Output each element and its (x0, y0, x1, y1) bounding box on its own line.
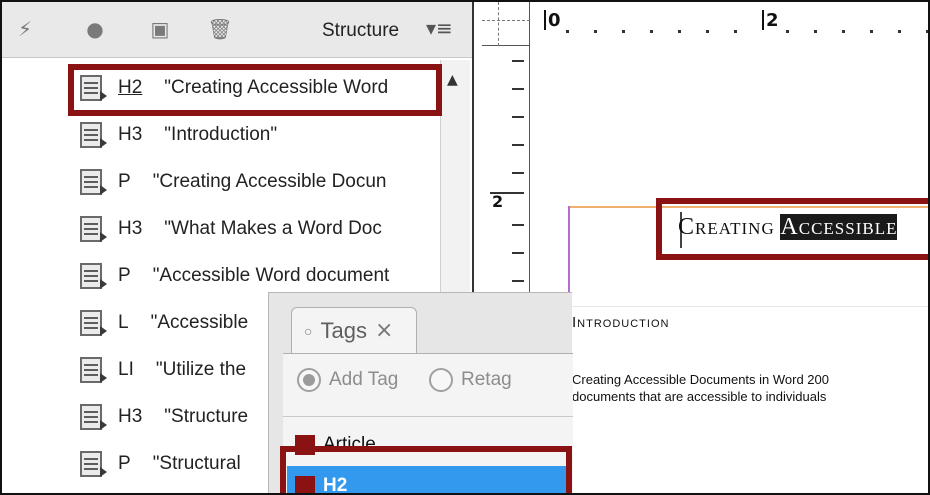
element-icon (78, 402, 108, 432)
retag-radio[interactable]: Retag (429, 368, 512, 392)
tree-row[interactable]: H3 "Introduction" (78, 115, 438, 155)
tree-row-text: "Accessible Word document (152, 265, 390, 286)
radio-icon (297, 368, 321, 392)
divider (570, 306, 928, 307)
retag-label: Retag (461, 369, 512, 390)
tree-row-text: "Structure (164, 406, 249, 427)
trash-icon[interactable]: 🗑 (207, 16, 233, 42)
gear-icon[interactable]: ● (82, 16, 108, 42)
scroll-up-arrow-icon[interactable]: ▲ (447, 72, 458, 88)
tree-row-tag: LI (118, 359, 134, 380)
tree-row-text: "Introduction" (164, 124, 278, 145)
highlight-box-h2-row (68, 64, 442, 116)
tree-row-text: "Structural (152, 453, 241, 474)
document-canvas[interactable]: Creating Accessible Introduction Creatin… (532, 46, 928, 493)
tree-row-text: "Accessible (150, 312, 249, 333)
page-icon[interactable]: ▣ (147, 16, 173, 42)
document-title-selected: Accessible (780, 214, 898, 240)
tree-row[interactable]: P "Creating Accessible Docun (78, 162, 438, 202)
element-icon (78, 308, 108, 338)
divider (283, 416, 573, 417)
tree-row-text: "Creating Accessible Docun (152, 171, 387, 192)
radio-icon (429, 368, 453, 392)
structure-toolbar: ⚡ ● ▣ 🗑 Structure ▾≡ (2, 2, 472, 58)
document-intro-heading[interactable]: Introduction (572, 314, 669, 331)
tree-row-tag: H3 (118, 124, 143, 145)
screenshot-frame: ⚡ ● ▣ 🗑 Structure ▾≡ H2 "Creating Access… (0, 0, 930, 495)
tree-row-tag: P (118, 171, 131, 192)
element-icon (78, 449, 108, 479)
document-title[interactable]: Creating Accessible (678, 214, 898, 241)
ruler-mark (762, 10, 764, 30)
tree-row[interactable]: H3 "What Makes a Word Doc (78, 209, 438, 249)
ruler-label: 2 (492, 192, 504, 211)
paragraph-line: documents that are accessible to individ… (572, 389, 827, 404)
close-icon[interactable]: × (375, 318, 393, 343)
tree-row-tag: P (118, 265, 131, 286)
paragraph-line: Creating Accessible Documents in Word 20… (572, 372, 829, 387)
element-icon (78, 120, 108, 150)
structure-panel-title: Structure (322, 20, 400, 41)
tree-row-tag: H3 (118, 406, 143, 427)
ruler-label: 0 (548, 10, 561, 31)
tree-row[interactable]: P "Accessible Word document (78, 256, 438, 296)
tree-row-tag: P (118, 453, 131, 474)
highlight-box-h2-tag (280, 446, 572, 493)
top-ruler: 0 2 (530, 2, 928, 46)
add-tag-label: Add Tag (329, 369, 399, 390)
tab-tags-label: Tags (320, 317, 367, 343)
ruler-label: 2 (766, 10, 779, 31)
tab-tags[interactable]: ○ Tags × (291, 307, 417, 353)
element-icon (78, 355, 108, 385)
document-title-plain: Creating (678, 214, 781, 240)
ruler-origin-corner[interactable] (482, 2, 530, 46)
highlight-box-doc-title: Creating Accessible (656, 198, 928, 260)
document-paragraph[interactable]: Creating Accessible Documents in Word 20… (572, 371, 928, 405)
menu-icon[interactable]: ▾≡ (426, 16, 453, 40)
add-tag-radio[interactable]: Add Tag (297, 368, 398, 392)
wand-icon[interactable]: ⚡ (12, 16, 38, 42)
tab-dot-icon: ○ (304, 322, 313, 339)
element-icon (78, 261, 108, 291)
tree-row-tag: L (118, 312, 129, 333)
tree-row-tag: H3 (118, 218, 143, 239)
element-icon (78, 214, 108, 244)
element-icon (78, 167, 108, 197)
ruler-mark (544, 10, 546, 30)
tree-row-text: "Utilize the (155, 359, 247, 380)
tree-row-text: "What Makes a Word Doc (164, 218, 382, 239)
